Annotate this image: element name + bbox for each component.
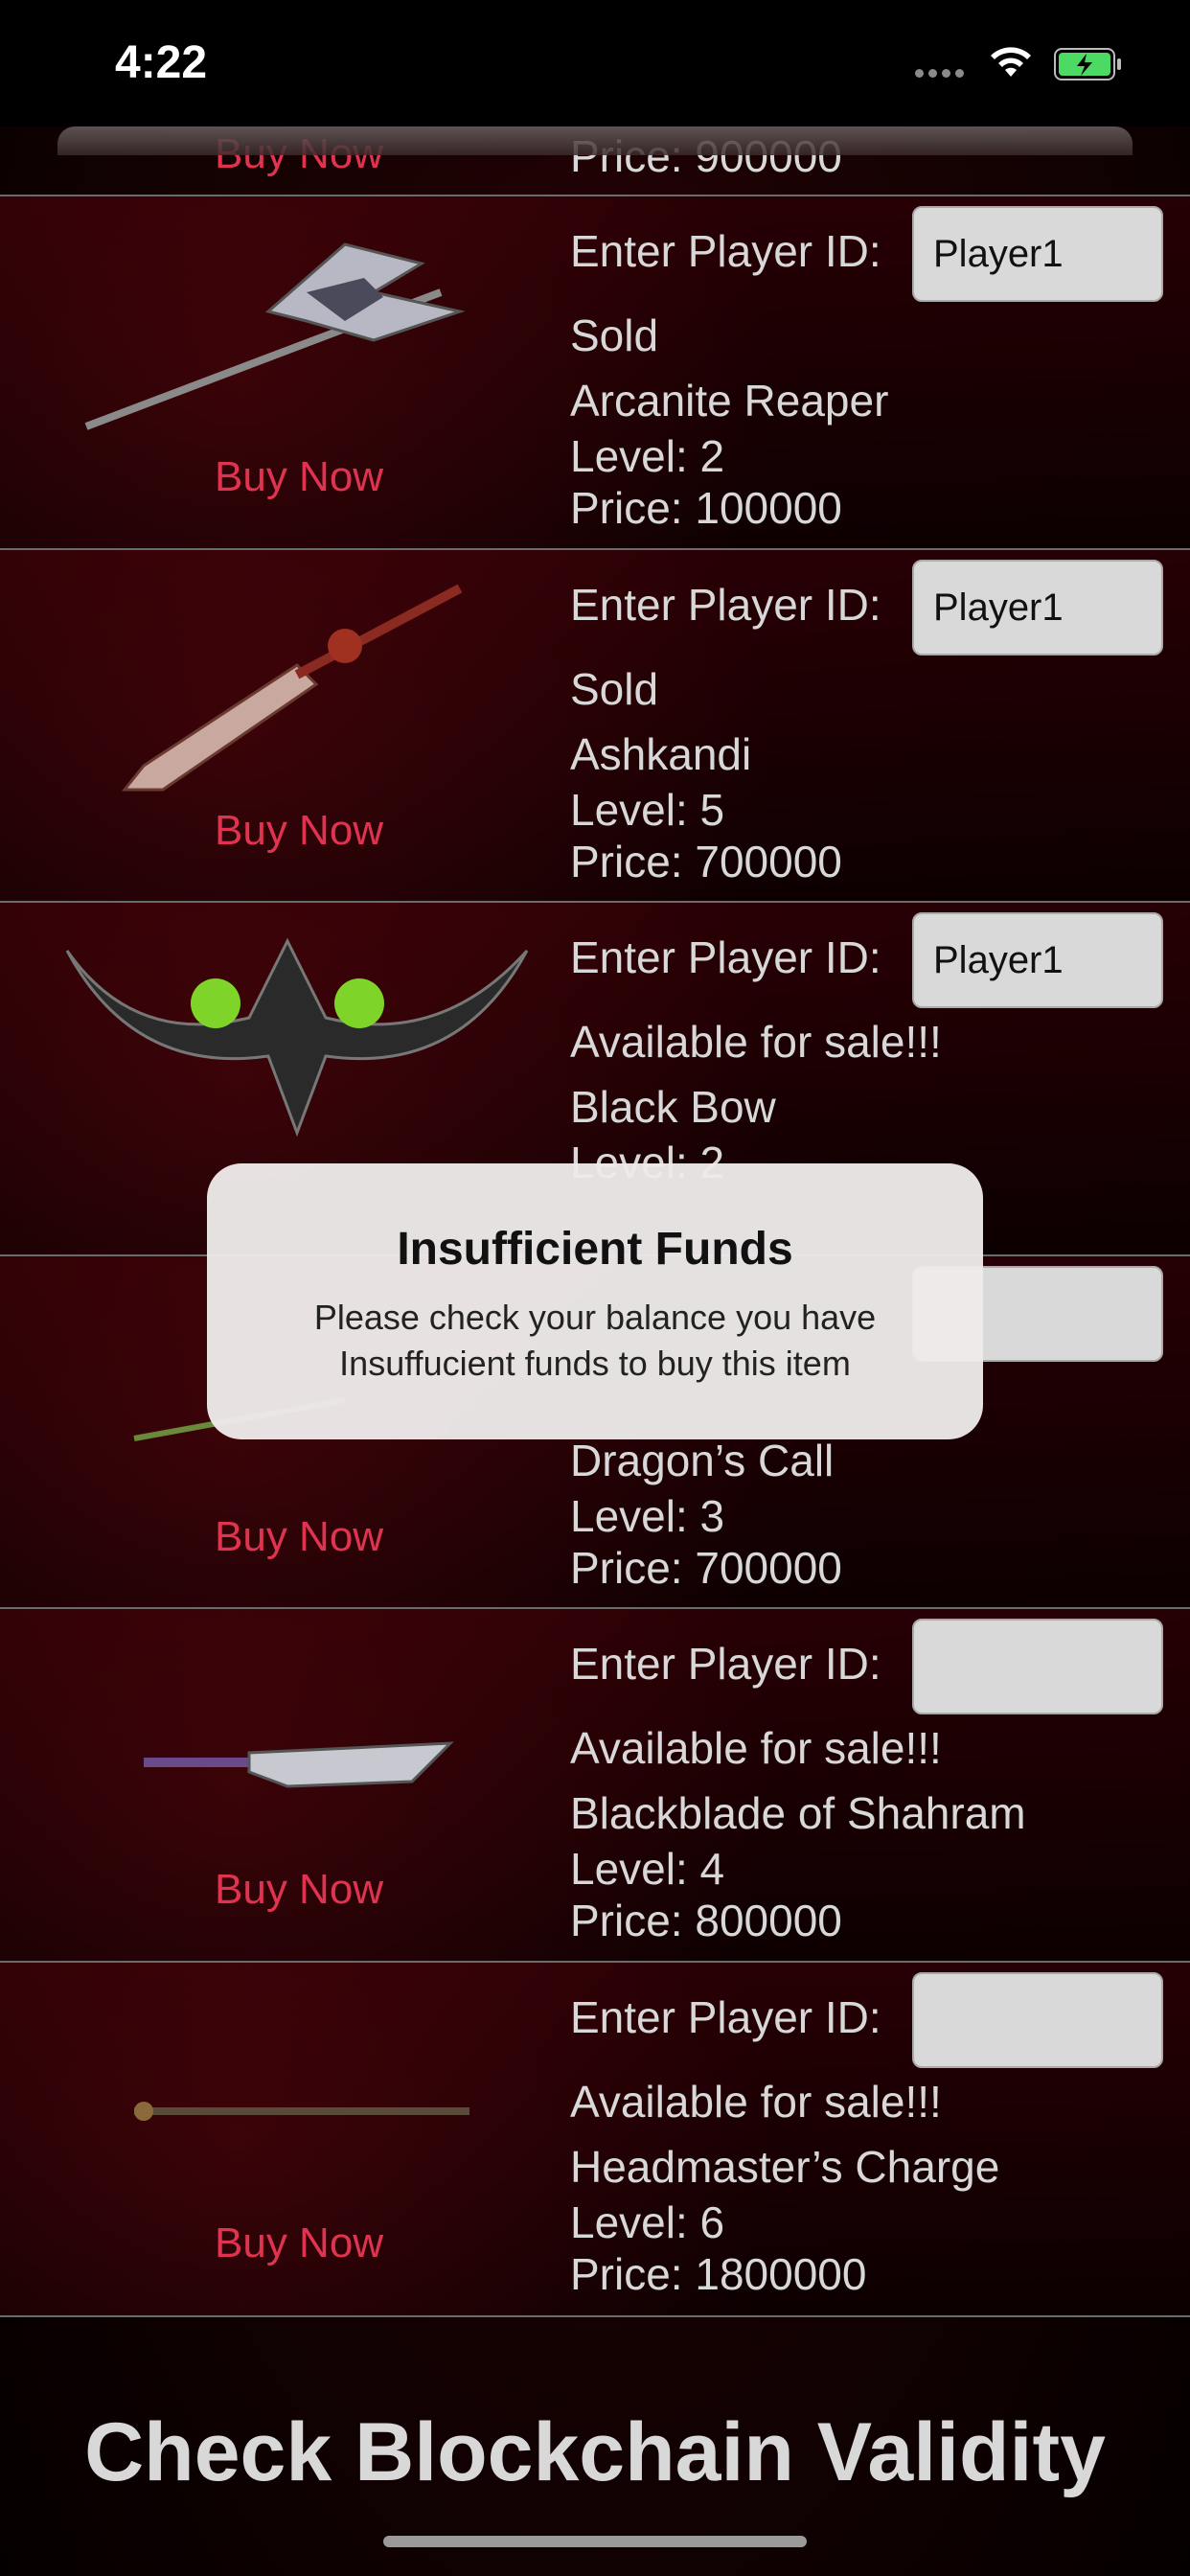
buy-now-button[interactable]: Buy Now bbox=[215, 2220, 383, 2267]
item-level: Level: 5 bbox=[570, 785, 725, 835]
player-id-input[interactable] bbox=[912, 1972, 1163, 2068]
alert-message-line: Please check your balance you have bbox=[313, 1298, 877, 1337]
weapon-staff-image bbox=[134, 2102, 469, 2121]
player-id-label: Enter Player ID: bbox=[570, 226, 881, 276]
player-id-label: Enter Player ID: bbox=[570, 580, 881, 630]
list-item: Buy Now Enter Player ID: Available for s… bbox=[0, 1607, 1190, 1962]
list-item: Buy Now Enter Player ID: Player1 Sold Ar… bbox=[0, 195, 1190, 549]
list-item: Buy Now Enter Player ID: Player1 Sold As… bbox=[0, 548, 1190, 903]
buy-now-button[interactable]: Buy Now bbox=[215, 1866, 383, 1914]
alert-title: Insufficient Funds bbox=[397, 1224, 793, 1275]
item-status: Sold bbox=[570, 664, 659, 714]
item-price: Price: 1800000 bbox=[570, 2249, 867, 2299]
item-level: Level: 6 bbox=[570, 2197, 725, 2247]
item-name: Dragon’s Call bbox=[570, 1436, 835, 1485]
buy-now-button[interactable]: Buy Now bbox=[215, 1513, 383, 1561]
wifi-icon bbox=[991, 47, 1031, 77]
player-id-input[interactable]: Player1 bbox=[912, 912, 1163, 1008]
weapon-bow-image bbox=[65, 937, 529, 1138]
item-price: Price: 700000 bbox=[570, 1543, 842, 1593]
divider bbox=[0, 2315, 1190, 2317]
alert-message: Please check your balance you have Insuf… bbox=[207, 1295, 983, 1387]
item-name: Arcanite Reaper bbox=[570, 376, 889, 426]
item-name: Ashkandi bbox=[570, 729, 752, 779]
alert-message-line: Insuffucient funds to buy this item bbox=[339, 1344, 851, 1383]
player-id-input[interactable]: Player1 bbox=[912, 560, 1163, 656]
cellular-signal-icon bbox=[915, 69, 964, 78]
status-time: 4:22 bbox=[115, 37, 208, 88]
player-id-input[interactable]: Player1 bbox=[912, 206, 1163, 302]
item-price: Price: 800000 bbox=[570, 1896, 842, 1945]
weapon-sword-image bbox=[121, 584, 463, 792]
item-status: Available for sale!!! bbox=[570, 2077, 942, 2127]
item-name: Blackblade of Shahram bbox=[570, 1788, 1026, 1838]
insufficient-funds-alert: Insufficient Funds Please check your bal… bbox=[207, 1163, 983, 1439]
status-bar: 4:22 bbox=[0, 0, 1190, 126]
weapon-axe-image bbox=[84, 242, 466, 430]
player-id-label: Enter Player ID: bbox=[570, 1639, 881, 1689]
item-level: Level: 4 bbox=[570, 1844, 725, 1894]
player-id-label: Enter Player ID: bbox=[570, 1992, 881, 2042]
item-price: Price: 100000 bbox=[570, 483, 842, 533]
battery-charging-icon bbox=[1054, 48, 1121, 80]
screen: 4:22 Buy Now Price: 900000 Buy Now Enter… bbox=[0, 0, 1190, 2576]
check-blockchain-validity-button[interactable]: Check Blockchain Validity bbox=[0, 2405, 1190, 2500]
item-status: Available for sale!!! bbox=[570, 1723, 942, 1773]
buy-now-button[interactable]: Buy Now bbox=[215, 453, 383, 501]
weapon-blade-image bbox=[144, 1741, 454, 1788]
item-level: Level: 3 bbox=[570, 1491, 725, 1541]
home-indicator[interactable] bbox=[383, 2536, 807, 2547]
item-level: Level: 2 bbox=[570, 431, 725, 481]
list-item: Buy Now Enter Player ID: Available for s… bbox=[0, 1961, 1190, 2315]
item-name: Headmaster’s Charge bbox=[570, 2142, 1000, 2192]
item-status: Available for sale!!! bbox=[570, 1017, 942, 1067]
item-price: Price: 700000 bbox=[570, 837, 842, 886]
player-id-input[interactable] bbox=[912, 1619, 1163, 1714]
player-id-label: Enter Player ID: bbox=[570, 932, 881, 982]
item-status: Sold bbox=[570, 310, 659, 360]
sheet-grabber bbox=[57, 126, 1133, 155]
buy-now-button[interactable]: Buy Now bbox=[215, 807, 383, 855]
item-name: Black Bow bbox=[570, 1082, 776, 1132]
